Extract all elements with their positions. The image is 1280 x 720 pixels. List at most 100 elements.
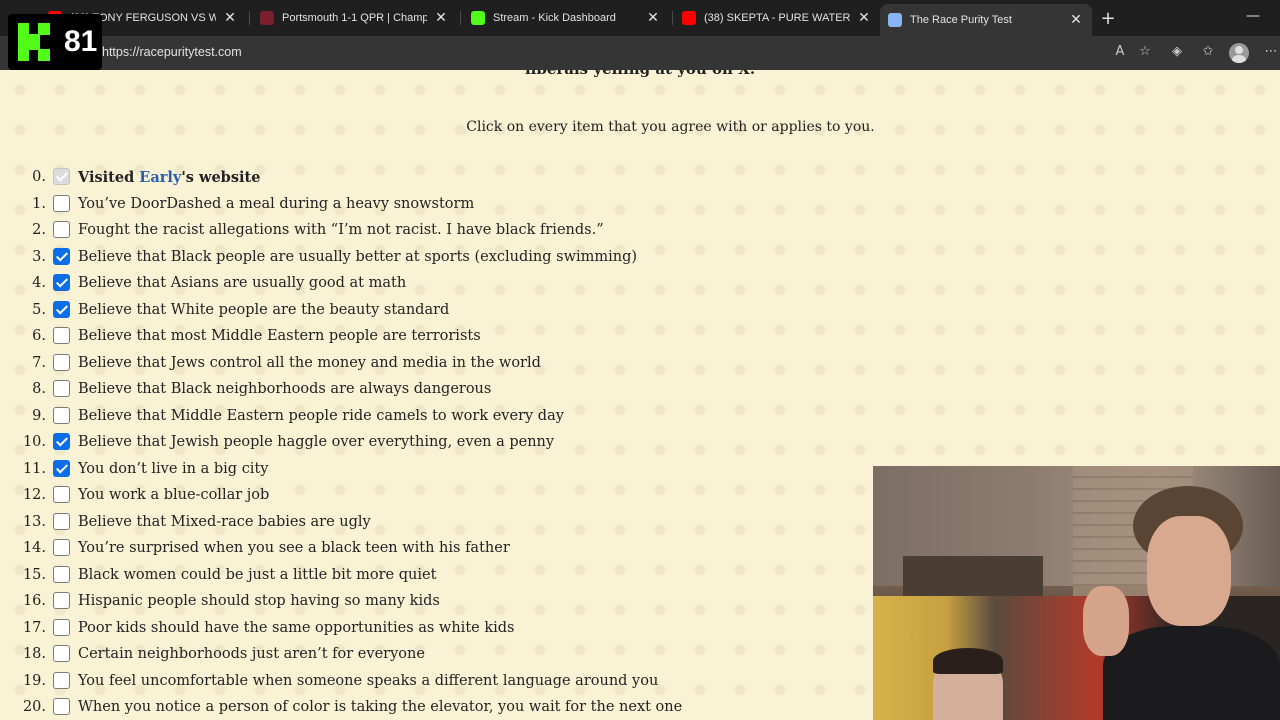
test-item[interactable]: 12. You work a blue-collar job	[0, 485, 860, 509]
item-checkbox[interactable]	[53, 221, 70, 238]
item-number: 5.	[32, 301, 46, 318]
test-item[interactable]: 17. Poor kids should have the same opport…	[0, 618, 860, 642]
item-checkbox[interactable]	[53, 459, 70, 477]
test-item[interactable]: 10. Believe that Jewish people haggle ove…	[0, 432, 860, 456]
test-item[interactable]: 13. Believe that Mixed-race babies are ug…	[0, 512, 860, 536]
close-icon[interactable]: ✕	[856, 10, 872, 26]
item-checkbox[interactable]	[53, 698, 70, 715]
tab-title: The Race Purity Test	[910, 14, 1012, 26]
favorites-icon[interactable]: ✩	[1199, 44, 1217, 59]
item-number: 15.	[22, 566, 46, 583]
test-item[interactable]: 4. Believe that Asians are usually good a…	[0, 273, 860, 297]
test-item[interactable]: 8. Believe that Black neighborhoods are a…	[0, 379, 860, 403]
item-number: 11.	[22, 460, 46, 477]
item-checkbox[interactable]	[53, 406, 70, 424]
site-icon	[888, 13, 902, 27]
tab-title: (38) SKEPTA - PURE WATER - YouTube	[704, 12, 850, 24]
item-checkbox[interactable]	[53, 645, 70, 662]
item-label: Certain neighborhoods just aren’t for ev…	[78, 646, 425, 662]
test-item[interactable]: 5. Believe that White people are the beau…	[0, 300, 860, 324]
item-checkbox[interactable]	[53, 433, 70, 450]
kick-logo-icon	[18, 23, 52, 61]
test-item[interactable]: 14. You’re surprised when you see a black…	[0, 538, 860, 562]
close-icon[interactable]: ✕	[433, 10, 449, 26]
item-label: When you notice a person of color is tak…	[78, 699, 683, 715]
url-field[interactable]: https://racepuritytest.com	[102, 45, 242, 59]
item-label: Believe that Mixed-race babies are ugly	[78, 513, 371, 530]
item-label: Believe that Middle Eastern people ride …	[78, 407, 564, 424]
item-label: You’ve DoorDashed a meal during a heavy …	[78, 195, 475, 212]
test-item[interactable]: 1. You’ve DoorDashed a meal during a heav…	[0, 194, 860, 218]
tab-kick-dashboard[interactable]: Stream - Kick Dashboard ✕	[463, 4, 669, 32]
webcam-overlay	[873, 466, 1280, 720]
viewer-count: 81	[64, 25, 98, 58]
item-number: 20.	[22, 699, 46, 715]
item-checkbox[interactable]	[53, 565, 70, 583]
test-item[interactable]: 18. Certain neighborhoods just aren’t for…	[0, 644, 860, 668]
item-checkbox[interactable]	[53, 353, 70, 371]
page-heading-cut: liberals yelling at you on X.	[0, 70, 1280, 78]
test-item[interactable]: 11. You don’t live in a big city	[0, 459, 860, 483]
tab-youtube-skepta[interactable]: (38) SKEPTA - PURE WATER - YouTube ✕	[674, 4, 880, 32]
item-checkbox[interactable]	[53, 671, 70, 689]
item-label: Poor kids should have the same opportuni…	[78, 619, 515, 636]
extension-icon[interactable]: ◈	[1168, 44, 1186, 59]
item-label: Believe that Black neighborhoods are alw…	[78, 381, 492, 397]
new-tab-icon[interactable]: +	[1098, 8, 1118, 29]
close-icon[interactable]: ✕	[1068, 12, 1084, 28]
item-checkbox[interactable]	[53, 194, 70, 212]
tab-strip: (38) TONY FERGUSON VS WARREN ✕ Portsmout…	[0, 0, 1280, 36]
item-label: Black women could be just a little bit m…	[78, 566, 437, 583]
test-item[interactable]: 3. Believe that Black people are usually …	[0, 247, 860, 271]
item-number: 16.	[22, 593, 46, 609]
test-item[interactable]: 2. Fought the racist allegations with “I’…	[0, 220, 860, 244]
kick-icon	[471, 11, 485, 25]
item-number: 7.	[32, 354, 46, 371]
item-label: Believe that Black people are usually be…	[78, 248, 638, 265]
item-checkbox[interactable]	[53, 247, 70, 265]
item-checkbox[interactable]	[53, 486, 70, 503]
item-checkbox[interactable]	[53, 618, 70, 636]
item-label: Believe that Asians are usually good at …	[78, 275, 407, 291]
test-item[interactable]: 15. Black women could be just a little bi…	[0, 565, 860, 589]
item-label: You don’t live in a big city	[78, 460, 269, 477]
favorite-star-icon[interactable]: ☆	[1136, 44, 1154, 59]
more-icon[interactable]: ⋯	[1262, 44, 1280, 59]
item-number: 0.	[32, 169, 46, 185]
item-number: 6.	[32, 328, 46, 344]
item-label-suffix: 's website	[181, 169, 261, 186]
item-number: 2.	[32, 222, 46, 238]
test-item[interactable]: 19. You feel uncomfortable when someone s…	[0, 671, 860, 695]
item-label: Believe that Jews control all the money …	[78, 354, 541, 371]
test-item[interactable]: 7. Believe that Jews control all the mone…	[0, 353, 860, 377]
item-checkbox[interactable]	[53, 380, 70, 397]
close-icon[interactable]: ✕	[222, 10, 238, 26]
item-label: Believe that White people are the beauty…	[78, 301, 450, 318]
test-item[interactable]: 20. When you notice a person of color is …	[0, 697, 860, 720]
minimize-icon[interactable]: —	[1246, 8, 1260, 24]
test-item[interactable]: 0. Visited Early's website	[0, 167, 860, 191]
test-item[interactable]: 6. Believe that most Middle Eastern peopl…	[0, 326, 860, 350]
early-link[interactable]: Early	[139, 169, 181, 186]
test-item[interactable]: 16. Hispanic people should stop having so…	[0, 591, 860, 615]
item-number: 12.	[22, 487, 46, 503]
read-aloud-icon[interactable]: A	[1111, 44, 1129, 59]
profile-avatar-icon[interactable]	[1229, 43, 1249, 63]
item-number: 9.	[32, 407, 46, 424]
item-checkbox[interactable]	[53, 512, 70, 530]
item-checkbox[interactable]	[53, 592, 70, 609]
item-checkbox[interactable]	[53, 327, 70, 344]
tab-portsmouth-qpr[interactable]: Portsmouth 1-1 QPR | Championship ✕	[252, 4, 457, 32]
tab-title: Portsmouth 1-1 QPR | Championship	[282, 12, 427, 24]
item-checkbox[interactable]	[53, 274, 70, 291]
item-number: 3.	[32, 248, 46, 265]
tab-race-purity-test[interactable]: The Race Purity Test ✕	[880, 4, 1092, 36]
address-bar: https://racepuritytest.com A ☆ ◈ ✩ ⋯	[0, 36, 1280, 70]
item-number: 4.	[32, 275, 46, 291]
test-item[interactable]: 9. Believe that Middle Eastern people rid…	[0, 406, 860, 430]
item-checkbox[interactable]	[53, 539, 70, 556]
close-icon[interactable]: ✕	[645, 10, 661, 26]
item-label: Believe that Jewish people haggle over e…	[78, 434, 555, 450]
kick-viewer-overlay: 81	[8, 14, 102, 70]
item-checkbox[interactable]	[53, 300, 70, 318]
